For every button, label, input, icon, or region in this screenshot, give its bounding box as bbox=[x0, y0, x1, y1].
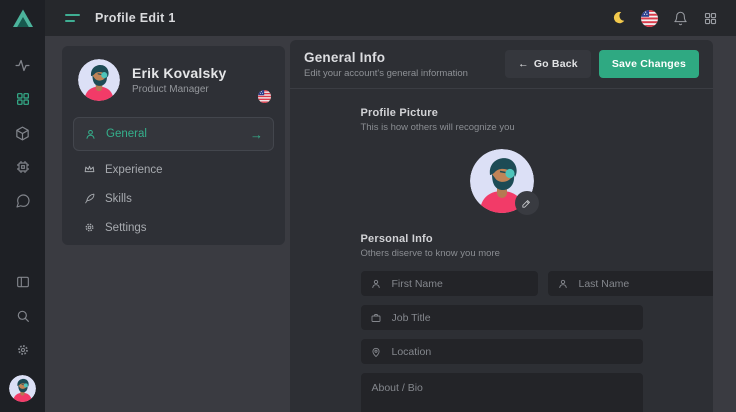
chat-icon[interactable] bbox=[0, 184, 45, 218]
section-title: Personal Info bbox=[361, 233, 643, 245]
arrow-right-icon: → bbox=[250, 127, 263, 142]
panel-header: General Info Edit your account's general… bbox=[290, 40, 713, 89]
menu-item-label: Settings bbox=[105, 222, 147, 234]
menu-toggle-icon[interactable] bbox=[65, 14, 80, 22]
apps-grid-icon[interactable] bbox=[703, 11, 718, 26]
icon-rail bbox=[0, 0, 45, 412]
layout-panel-icon[interactable] bbox=[0, 265, 45, 299]
profile-avatar bbox=[78, 59, 120, 101]
menu-item-skills[interactable]: Skills bbox=[73, 184, 274, 213]
pencil-icon bbox=[521, 198, 532, 209]
panel-title: General Info bbox=[304, 50, 468, 65]
triangle-logo-icon bbox=[12, 8, 34, 28]
panel-subtitle: Edit your account's general information bbox=[304, 68, 468, 79]
panel-body: Profile Picture This is how others will … bbox=[290, 89, 713, 412]
profile-picture-section: Profile Picture This is how others will … bbox=[361, 107, 643, 133]
erik-avatar-icon bbox=[9, 375, 36, 402]
first-name-field bbox=[361, 271, 538, 296]
menu-item-label: Skills bbox=[105, 193, 132, 205]
gear-icon[interactable] bbox=[0, 333, 45, 367]
us-flag-badge-icon bbox=[258, 90, 271, 103]
location-field bbox=[361, 339, 643, 364]
profile-name: Erik Kovalsky bbox=[132, 65, 226, 81]
job-title-input[interactable] bbox=[390, 311, 634, 325]
arrow-left-icon: ← bbox=[518, 58, 529, 70]
app-logo[interactable] bbox=[0, 0, 45, 36]
job-title-field bbox=[361, 305, 643, 330]
menu-item-settings[interactable]: Settings bbox=[73, 213, 274, 242]
profile-menu-card: Erik Kovalsky Product Manager General → … bbox=[62, 46, 285, 245]
menu-item-label: Experience bbox=[105, 164, 163, 176]
search-icon[interactable] bbox=[0, 299, 45, 333]
menu-item-general[interactable]: General → bbox=[73, 117, 274, 151]
profile-role: Product Manager bbox=[132, 84, 226, 95]
gear-icon bbox=[83, 221, 96, 234]
cpu-icon[interactable] bbox=[0, 150, 45, 184]
edit-avatar-button[interactable] bbox=[515, 191, 539, 215]
personal-info-section: Personal Info Others diserve to know you… bbox=[361, 233, 643, 259]
profile-picture bbox=[470, 149, 534, 213]
profile-edit-app: { "window": { "title": "Profile Edit 1" … bbox=[0, 0, 736, 412]
page-title: Profile Edit 1 bbox=[95, 11, 176, 25]
activity-icon[interactable] bbox=[0, 48, 45, 82]
last-name-field bbox=[548, 271, 714, 296]
us-flag-icon[interactable] bbox=[641, 10, 658, 27]
erik-avatar-icon bbox=[78, 59, 120, 101]
briefcase-icon bbox=[370, 312, 382, 324]
go-back-button[interactable]: ←Go Back bbox=[505, 50, 591, 78]
profile-summary: Erik Kovalsky Product Manager bbox=[62, 46, 285, 111]
box-icon[interactable] bbox=[0, 116, 45, 150]
location-input[interactable] bbox=[390, 345, 634, 359]
user-icon bbox=[84, 128, 97, 141]
feather-icon bbox=[83, 192, 96, 205]
about-bio-textarea[interactable] bbox=[361, 373, 643, 412]
first-name-input[interactable] bbox=[390, 277, 529, 291]
rail-user-avatar[interactable] bbox=[9, 375, 36, 402]
section-subtitle: Others diserve to know you more bbox=[361, 248, 643, 259]
section-subtitle: This is how others will recognize you bbox=[361, 122, 643, 133]
settings-menu: General → Experience Skills Settings bbox=[62, 111, 285, 242]
top-header: Profile Edit 1 bbox=[45, 0, 736, 36]
menu-item-label: General bbox=[106, 128, 147, 140]
map-pin-icon bbox=[370, 346, 382, 358]
user-icon bbox=[557, 278, 569, 290]
save-changes-button[interactable]: Save Changes bbox=[599, 50, 699, 78]
general-info-panel: General Info Edit your account's general… bbox=[290, 40, 713, 412]
header-actions bbox=[610, 10, 736, 27]
bell-icon[interactable] bbox=[673, 11, 688, 26]
last-name-input[interactable] bbox=[577, 277, 714, 291]
section-title: Profile Picture bbox=[361, 107, 643, 119]
crown-icon bbox=[83, 163, 96, 176]
user-icon bbox=[370, 278, 382, 290]
dashboard-grid-icon[interactable] bbox=[0, 82, 45, 116]
menu-item-experience[interactable]: Experience bbox=[73, 155, 274, 184]
moon-icon[interactable] bbox=[610, 10, 626, 26]
